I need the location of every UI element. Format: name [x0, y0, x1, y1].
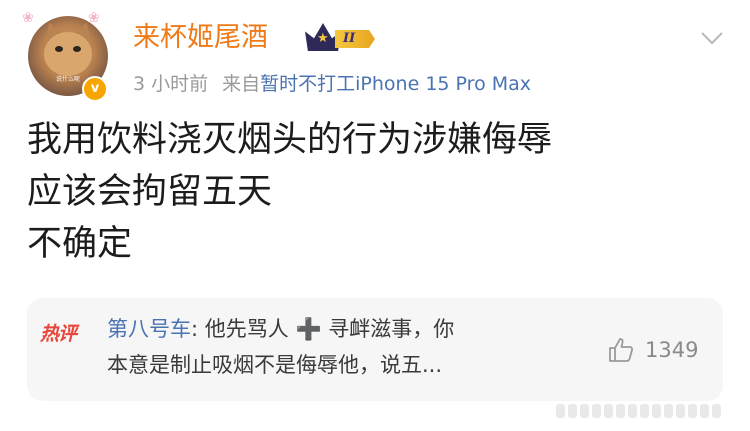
thumbs-up-icon [609, 338, 634, 362]
content-line: 我用饮料浇灭烟头的行为涉嫌侮辱 [27, 120, 553, 160]
post-content: 我用饮料浇灭烟头的行为涉嫌侮辱 应该会拘留五天 不确定 [27, 114, 727, 270]
crown-rank-badge-icon[interactable]: ★ II [305, 23, 379, 53]
comment-author[interactable]: 第八号车 [107, 317, 191, 341]
like-count: 1349 [645, 338, 699, 362]
chevron-down-icon[interactable] [700, 26, 724, 50]
post-time: 3 小时前 [133, 73, 209, 95]
content-line: 应该会拘留五天 [27, 172, 273, 212]
source-prefix: 来自 [222, 73, 261, 95]
star-icon: ★ [317, 31, 329, 46]
comment-separator: : [191, 317, 205, 341]
rank-numeral: II [335, 30, 375, 48]
watermark-icon [556, 404, 736, 422]
hot-comment-label: 热评 [40, 323, 77, 345]
like-button[interactable]: 1349 [607, 334, 698, 366]
hot-comment-text: 第八号车: 他先骂人 ➕ 寻衅滋事，你 本意是制止吸烟不是侮辱他，说五... [107, 311, 567, 383]
content-line: 不确定 [27, 224, 133, 264]
hot-comment-card[interactable]: 热评 第八号车: 他先骂人 ➕ 寻衅滋事，你 本意是制止吸烟不是侮辱他，说五..… [27, 298, 723, 401]
source-device-link[interactable]: 暂时不打工iPhone 15 Pro Max [260, 73, 531, 95]
post-meta: 3 小时前 来自暂时不打工iPhone 15 Pro Max [133, 70, 531, 98]
bow-decoration-icon: ❀ [22, 10, 34, 26]
comment-line-2: 本意是制止吸烟不是侮辱他，说五... [107, 353, 443, 377]
avatar[interactable]: ❀ ❀ 说什么呢 v [22, 10, 110, 106]
username[interactable]: 来杯姬尾酒 [133, 18, 268, 58]
comment-line-1: 他先骂人 ➕ 寻衅滋事，你 [204, 317, 455, 341]
verified-badge-icon: v [82, 76, 108, 102]
